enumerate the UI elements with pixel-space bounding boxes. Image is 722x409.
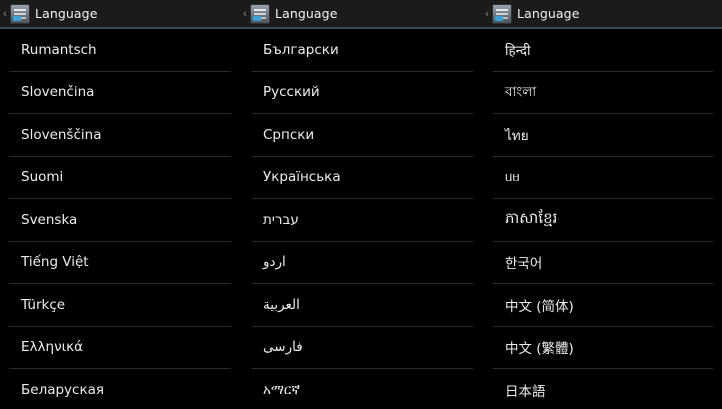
language-item[interactable]: Беларуская: [9, 369, 231, 409]
action-bar-title: Language: [275, 6, 338, 21]
settings-app-icon[interactable]: [10, 3, 30, 24]
language-panel-3: ‹ Language हिन्दी বাংলা ไทย ᥙᥛ ភាសាខ្មែរ…: [482, 0, 722, 409]
language-item[interactable]: ភាសាខ្មែរ: [493, 199, 713, 242]
language-list: Български Русский Српски Українська עברי…: [240, 29, 482, 409]
language-item[interactable]: ᥙᥛ: [493, 157, 713, 199]
action-bar-title: Language: [35, 6, 98, 21]
language-panel-2: ‹ Language Български Русский Српски Укра…: [240, 0, 482, 409]
language-item[interactable]: Slovenščina: [9, 114, 231, 157]
language-panel-1: ‹ Language Rumantsch Slovenčina Slovenšč…: [0, 0, 240, 409]
language-item[interactable]: Українська: [252, 157, 473, 199]
language-item[interactable]: اردو: [252, 242, 473, 284]
settings-app-icon[interactable]: [250, 3, 270, 24]
language-item[interactable]: Svenska: [9, 199, 231, 242]
chevron-left-icon[interactable]: ‹: [1, 0, 9, 27]
language-item[interactable]: 日本語: [493, 369, 713, 409]
action-bar-title: Language: [517, 6, 580, 21]
language-item[interactable]: Türkçe: [9, 284, 231, 327]
language-item[interactable]: فارسی: [252, 327, 473, 369]
language-item[interactable]: Български: [252, 29, 473, 72]
chevron-left-icon[interactable]: ‹: [241, 0, 249, 27]
language-item[interactable]: हिन्दी: [493, 29, 713, 72]
language-item[interactable]: Русский: [252, 72, 473, 114]
action-bar: ‹ Language: [240, 0, 482, 29]
action-bar: ‹ Language: [0, 0, 240, 29]
language-item[interactable]: Tiếng Việt: [9, 242, 231, 284]
language-item[interactable]: Rumantsch: [9, 29, 231, 72]
language-list: Rumantsch Slovenčina Slovenščina Suomi S…: [0, 29, 240, 409]
language-item[interactable]: 中文 (简体): [493, 284, 713, 327]
language-item[interactable]: አማርኛ: [252, 369, 473, 409]
language-item[interactable]: Slovenčina: [9, 72, 231, 114]
action-bar: ‹ Language: [482, 0, 722, 29]
chevron-left-icon[interactable]: ‹: [483, 0, 491, 27]
language-item[interactable]: עברית: [252, 199, 473, 242]
language-item[interactable]: 한국어: [493, 242, 713, 284]
language-item[interactable]: ไทย: [493, 114, 713, 157]
language-item[interactable]: Suomi: [9, 157, 231, 199]
language-item[interactable]: বাংলা: [493, 72, 713, 114]
language-list: हिन्दी বাংলা ไทย ᥙᥛ ភាសាខ្មែរ 한국어 中文 (简体…: [482, 29, 722, 409]
language-item[interactable]: Српски: [252, 114, 473, 157]
language-item[interactable]: 中文 (繁體): [493, 327, 713, 369]
settings-app-icon[interactable]: [492, 3, 512, 24]
language-item[interactable]: Ελληνικά: [9, 327, 231, 369]
language-item[interactable]: العربية: [252, 284, 473, 327]
